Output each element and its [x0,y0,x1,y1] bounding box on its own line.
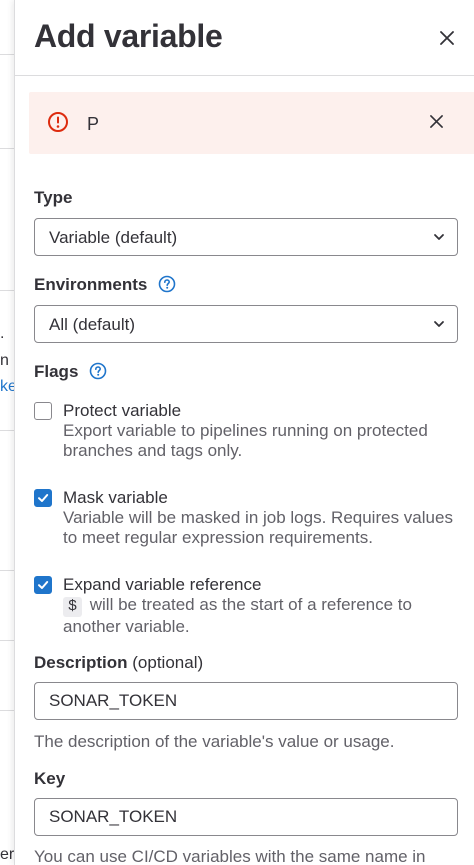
key-input[interactable] [34,798,458,836]
expand-variable-checkbox[interactable] [34,576,52,594]
expand-variable-help: $ will be treated as the start of a refe… [63,595,463,637]
environments-label: Environments [34,275,176,295]
background-link[interactable]: ke [0,378,14,396]
close-icon [429,114,443,128]
alert-message: P [87,114,100,134]
divider [0,290,14,291]
description-help: The description of the variable's value … [34,732,395,751]
background-text: . [0,325,5,342]
key-label: Key [34,769,66,788]
divider [0,148,14,149]
divider [0,710,14,711]
background-text: n [0,352,9,369]
question-circle-icon[interactable] [89,362,107,380]
mask-variable-label[interactable]: Mask variable [63,488,168,508]
drawer-title: Add variable [34,18,223,54]
description-label-text: Description [34,653,128,672]
environments-select[interactable]: All (default) [34,305,458,343]
mask-variable-checkbox[interactable] [34,489,52,507]
add-variable-drawer: Add variable P Type Variable (default) E… [14,0,474,865]
mask-variable-help: Variable will be masked in job logs. Req… [63,508,453,547]
type-select[interactable]: Variable (default) [34,218,458,256]
close-icon [440,31,454,45]
checkmark-icon [38,581,49,589]
error-circle-icon [48,112,68,132]
description-label: Description (optional) [34,653,203,673]
expand-variable-help-text: will be treated as the start of a refere… [63,595,412,636]
flags-label-text: Flags [34,362,79,381]
protect-variable-checkbox[interactable] [34,402,52,420]
background-page: . n ke er [0,0,14,865]
divider [0,54,14,55]
expand-variable-label[interactable]: Expand variable reference [63,575,261,595]
flags-label: Flags [34,362,107,382]
background-text: er [0,846,14,863]
drawer-header: Add variable [15,0,474,76]
close-drawer-button[interactable] [435,26,459,50]
optional-text: (optional) [132,653,204,672]
chevron-down-icon [434,321,444,327]
checkmark-icon [38,494,49,502]
protect-variable-label[interactable]: Protect variable [63,401,181,421]
divider [0,430,14,431]
description-input[interactable] [34,682,458,720]
key-help: You can use CI/CD variables with the sam… [34,847,426,865]
dismiss-alert-button[interactable] [425,110,447,132]
chevron-down-icon [434,234,444,240]
divider [0,570,14,571]
environments-label-text: Environments [34,275,148,294]
protect-variable-help: Export variable to pipelines running on … [63,421,428,460]
dollar-code: $ [63,597,83,617]
divider [0,640,14,641]
environments-select-value: All (default) [49,315,135,334]
type-select-value: Variable (default) [49,228,178,247]
type-label: Type [34,188,73,207]
question-circle-icon[interactable] [158,275,176,293]
